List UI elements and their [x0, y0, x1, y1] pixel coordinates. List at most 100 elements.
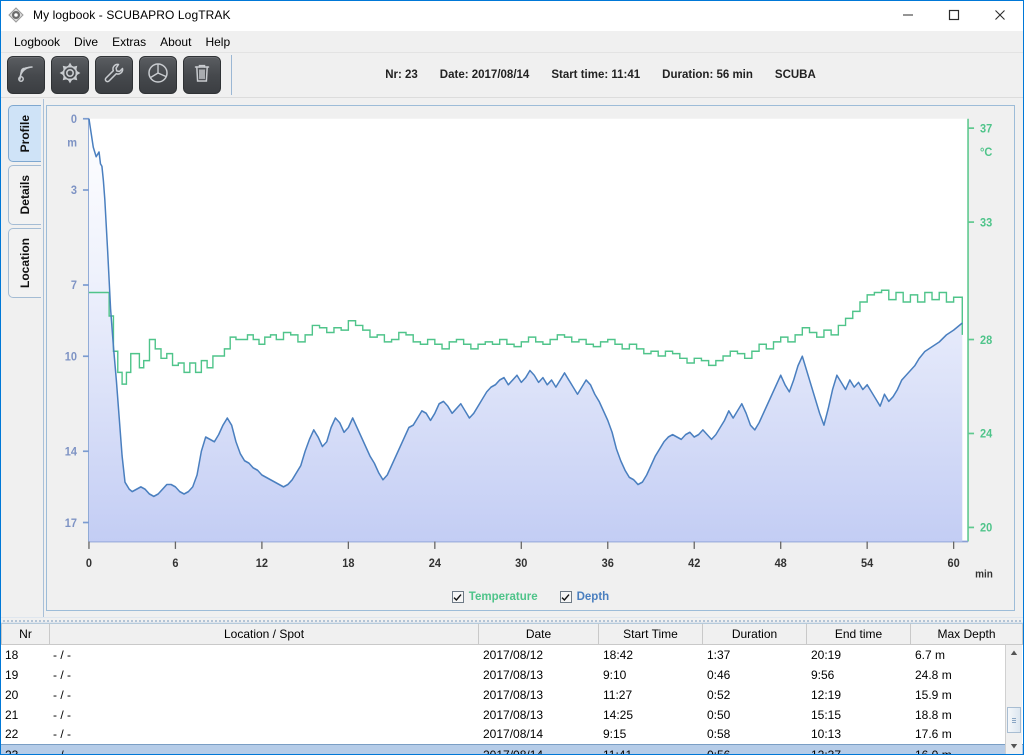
cell-date: 2017/08/12: [483, 647, 544, 662]
tools-button[interactable]: [95, 56, 133, 94]
cell-end: 12:19: [811, 687, 842, 702]
cell-start: 11:27: [603, 687, 633, 702]
cell-duration: 0:46: [707, 667, 731, 682]
menu-item-about[interactable]: About: [153, 33, 198, 51]
svg-text:54: 54: [861, 558, 874, 570]
svg-text:37: 37: [980, 123, 992, 135]
svg-text:33: 33: [980, 217, 992, 229]
cell-duration: 0:58: [707, 727, 731, 742]
legend-label-temperature: Temperature: [468, 591, 538, 603]
delete-button[interactable]: [183, 56, 221, 94]
title-bar: My logbook - SCUBAPRO LogTRAK: [1, 0, 1023, 31]
legend-item-temperature[interactable]: Temperature: [451, 591, 538, 603]
svg-text:12: 12: [256, 558, 268, 570]
svg-text:m: m: [67, 137, 77, 149]
window-controls: [885, 0, 1023, 31]
cell-start: 14:25: [603, 707, 634, 722]
wrench-tools-icon: [102, 61, 126, 90]
table-row[interactable]: 23- / -2017/08/1411:410:5612:3716.0 m: [1, 744, 1023, 754]
svg-text:0: 0: [71, 114, 77, 126]
table-row[interactable]: 21- / -2017/08/13 14:25 0:50 15:15 18.8 m: [1, 704, 1023, 725]
settings-button[interactable]: [51, 56, 89, 94]
sidebar-item-profile[interactable]: Profile: [8, 105, 41, 163]
statistics-button[interactable]: [139, 56, 177, 94]
column-header-duration[interactable]: Duration: [702, 624, 807, 645]
minimize-button[interactable]: [885, 0, 931, 31]
svg-text:24: 24: [980, 428, 993, 440]
delete-trash-icon: [190, 61, 214, 90]
temperature-checkbox[interactable]: [451, 591, 464, 603]
app-window: My logbook - SCUBAPRO LogTRAK Logbook Di…: [0, 0, 1024, 755]
chart-legend: Temperature Depth: [47, 584, 1014, 610]
close-button[interactable]: [977, 0, 1023, 31]
cell-nr: 22: [5, 727, 19, 742]
menu-item-dive[interactable]: Dive: [67, 33, 105, 51]
svg-text:6: 6: [172, 558, 178, 570]
table-row[interactable]: 22- / -2017/08/14 9:15 0:58 10:13 17.6 m: [1, 724, 1023, 745]
info-duration: Duration: 56 min: [662, 69, 753, 81]
svg-text:24: 24: [429, 558, 442, 570]
column-header-max-depth[interactable]: Max Depth: [910, 624, 1023, 645]
column-header-location[interactable]: Location / Spot: [49, 624, 479, 645]
dive-info-bar: Nr: 23 Date: 2017/08/14 Start time: 11:4…: [238, 69, 1023, 81]
scrollbar-track[interactable]: [1006, 661, 1022, 737]
sidebar-item-location[interactable]: Location: [8, 227, 41, 298]
dive-list-scroll-area: 18- / -2017/08/12 18:42 1:37 20:19 6.7 m 19- …: [1, 644, 1023, 754]
dive-profile-chart[interactable]: 0 3 7 10 14 17 m 20 24 28 33 37 °C 0 6 12 18 24 30 36 42 48 54…: [47, 106, 1014, 584]
scrollbar-thumb[interactable]: [1007, 707, 1021, 733]
menu-item-help[interactable]: Help: [198, 33, 237, 51]
side-tab-strip: Profile Details Location: [1, 99, 44, 617]
svg-text:28: 28: [980, 335, 992, 347]
sidebar-item-details[interactable]: Details: [8, 165, 41, 225]
menu-item-logbook[interactable]: Logbook: [7, 33, 67, 51]
depth-checkbox[interactable]: [559, 591, 572, 603]
column-header-end-time[interactable]: End time: [806, 624, 911, 645]
dive-list-panel: Nr Location / Spot Date Start Time Durat…: [1, 623, 1023, 754]
table-row[interactable]: 18- / -2017/08/12 18:42 1:37 20:19 6.7 m: [1, 644, 1023, 665]
cell-nr: 18: [5, 647, 19, 662]
sidebar-item-location-label: Location: [18, 237, 32, 288]
toolbar: Nr: 23 Date: 2017/08/14 Start time: 11:4…: [1, 53, 1023, 98]
svg-text:°C: °C: [980, 146, 992, 158]
download-dives-icon: [14, 61, 38, 90]
table-row[interactable]: 20- / -2017/08/13 11:27 0:52 12:19 15.9 m: [1, 684, 1023, 705]
toolbar-separator: [231, 55, 232, 95]
cell-end: 10:13: [811, 727, 842, 742]
cell-duration: 1:37: [707, 647, 731, 662]
scroll-up-arrow-icon[interactable]: [1006, 644, 1022, 662]
cell-date: 2017/08/14: [483, 727, 544, 742]
dive-list-table: 18- / -2017/08/12 18:42 1:37 20:19 6.7 m 19- …: [1, 644, 1023, 754]
info-date: Date: 2017/08/14: [439, 69, 530, 81]
cell-date: 2017/08/13: [483, 687, 544, 702]
svg-text:48: 48: [775, 558, 787, 570]
svg-text:7: 7: [71, 280, 77, 292]
cell-end: 12:37: [807, 744, 911, 754]
cell-date: 2017/08/14: [479, 744, 599, 754]
column-header-date[interactable]: Date: [478, 624, 599, 645]
sidebar-item-profile-label: Profile: [18, 115, 32, 153]
cell-location: - / -: [53, 707, 71, 722]
column-header-nr[interactable]: Nr: [1, 624, 50, 645]
column-header-start-time[interactable]: Start Time: [598, 624, 703, 645]
cell-location: - / -: [53, 667, 71, 682]
main-content: Profile Details Location 0 3 7 10 14 17 …: [1, 99, 1023, 617]
cell-nr: 20: [5, 687, 19, 702]
maximize-button[interactable]: [931, 0, 977, 31]
legend-item-depth[interactable]: Depth: [559, 591, 609, 603]
svg-text:10: 10: [65, 351, 77, 363]
cell-start: 18:42: [603, 647, 634, 662]
cell-location: - / -: [53, 727, 71, 742]
svg-text:0: 0: [86, 558, 92, 570]
settings-gear-icon: [58, 61, 82, 90]
table-row[interactable]: 19- / -2017/08/13 9:10 0:46 9:56 24.8 m: [1, 664, 1023, 685]
window-title: My logbook - SCUBAPRO LogTRAK: [33, 8, 231, 22]
download-dives-button[interactable]: [7, 56, 45, 94]
cell-nr: 21: [5, 707, 19, 722]
menu-item-extras[interactable]: Extras: [105, 33, 153, 51]
dive-list-header: Nr Location / Spot Date Start Time Durat…: [1, 624, 1023, 645]
svg-text:17: 17: [65, 517, 77, 529]
cell-end: 9:56: [811, 667, 835, 682]
cell-duration: 0:52: [707, 687, 731, 702]
scroll-down-arrow-icon[interactable]: [1006, 737, 1022, 754]
dive-list-scrollbar[interactable]: [1005, 644, 1022, 754]
